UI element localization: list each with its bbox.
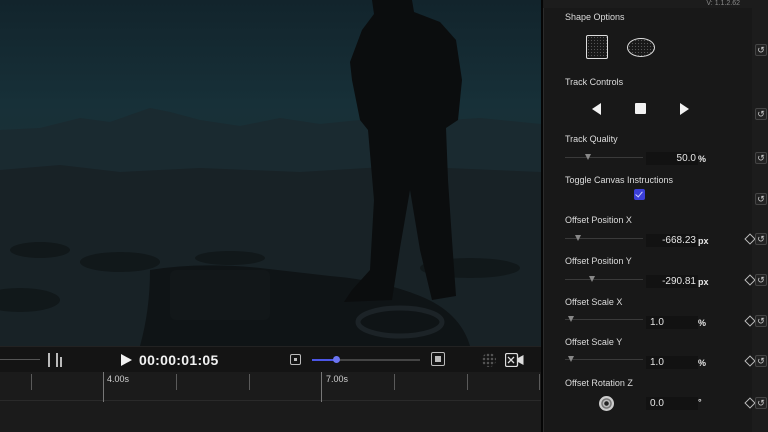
rectangle-icon[interactable] (586, 35, 608, 59)
offset-position-x-label: Offset Position X (565, 215, 632, 225)
track-quality-field[interactable]: 50.0 (646, 152, 698, 165)
zoom-slider-thumb[interactable] (332, 356, 340, 363)
split-icon[interactable] (47, 353, 63, 367)
offset-rotation-z-unit: ° (698, 397, 702, 407)
offset-scale-y-field[interactable]: 1.0 (646, 356, 698, 369)
reset-icon[interactable]: ↺ (755, 44, 767, 56)
grid-dots-icon[interactable] (482, 353, 496, 367)
offset-scale-y-label: Offset Scale Y (565, 337, 623, 347)
track-previous-icon[interactable] (592, 103, 601, 115)
offset-position-y-field[interactable]: -290.81 (646, 275, 698, 288)
transport-bar: 00:00:01:05 (0, 346, 541, 373)
zoom-out-icon[interactable] (290, 354, 301, 365)
offset-position-y-unit: px (698, 277, 709, 287)
properties-panel: V: 1.1.2.62 Shape Options ↺ Track Contro… (543, 0, 768, 432)
track-quality-unit: % (698, 154, 707, 164)
offset-scale-y-slider[interactable] (565, 356, 643, 362)
offset-position-y-slider[interactable] (565, 276, 643, 282)
viewer-scene (0, 0, 541, 346)
offset-scale-y-unit: % (698, 358, 707, 368)
toggle-canvas-checkbox[interactable] (634, 189, 645, 200)
reset-icon[interactable]: ↺ (755, 315, 767, 327)
camera-record-icon[interactable] (505, 353, 524, 367)
offset-position-x-slider[interactable] (565, 235, 643, 241)
ruler-label-4s: 4.00s (107, 374, 130, 384)
slider-thumb[interactable] (585, 154, 591, 160)
ruler-tick (31, 374, 32, 390)
slider-thumb[interactable] (568, 356, 574, 362)
slider-thumb[interactable] (568, 316, 574, 322)
version-label: V: 1.1.2.62 (706, 0, 740, 7)
reset-icon[interactable]: ↺ (755, 274, 767, 286)
timeline-track[interactable] (0, 402, 541, 432)
crate (170, 270, 270, 320)
reset-icon[interactable]: ↺ (755, 152, 767, 164)
zoom-in-icon[interactable] (431, 352, 445, 366)
timeline[interactable]: 4.00s 7.00s (0, 372, 541, 432)
offset-scale-x-slider[interactable] (565, 316, 643, 322)
ruler-tick-major (103, 372, 104, 402)
ruler-tick (394, 374, 395, 390)
offset-position-y-label: Offset Position Y (565, 256, 632, 266)
offset-rotation-z-label: Offset Rotation Z (565, 378, 633, 388)
timecode-display: 00:00:01:05 (139, 352, 219, 368)
offset-scale-x-label: Offset Scale X (565, 297, 623, 307)
reset-icon[interactable]: ↺ (755, 193, 767, 205)
ruler-tick (176, 374, 177, 390)
ruler-tick (249, 374, 250, 390)
reset-icon[interactable]: ↺ (755, 397, 767, 409)
reset-icon[interactable]: ↺ (755, 108, 767, 120)
slider-thumb[interactable] (575, 235, 581, 241)
track-quality-slider[interactable] (565, 154, 643, 160)
ruler-tick (539, 374, 540, 390)
offset-rotation-z-field[interactable]: 0.0 (646, 397, 698, 410)
track-next-icon[interactable] (680, 103, 689, 115)
stop-icon[interactable] (635, 103, 646, 114)
ruler-label-7s: 7.00s (326, 374, 349, 384)
toggle-canvas-label: Toggle Canvas Instructions (565, 175, 674, 185)
rotation-dial[interactable] (599, 396, 614, 411)
offset-scale-x-field[interactable]: 1.0 (646, 316, 698, 329)
ruler-tick (467, 374, 468, 390)
track-controls-label: Track Controls (565, 77, 624, 87)
time-ruler[interactable]: 4.00s 7.00s (0, 372, 541, 402)
video-viewer[interactable] (0, 0, 541, 346)
shape-options-label: Shape Options (565, 12, 625, 22)
slider-thumb[interactable] (589, 276, 595, 282)
reset-icon[interactable]: ↺ (755, 233, 767, 245)
play-icon[interactable] (121, 354, 132, 366)
offset-position-x-field[interactable]: -668.23 (646, 234, 698, 247)
ruler-tick-major (321, 372, 322, 402)
in-point-marker[interactable] (0, 359, 40, 360)
offset-position-x-unit: px (698, 236, 709, 246)
offset-scale-x-unit: % (698, 318, 707, 328)
track-quality-label: Track Quality (565, 134, 618, 144)
reset-icon[interactable]: ↺ (755, 355, 767, 367)
zoom-slider[interactable] (312, 356, 420, 363)
ellipse-icon[interactable] (627, 38, 655, 57)
